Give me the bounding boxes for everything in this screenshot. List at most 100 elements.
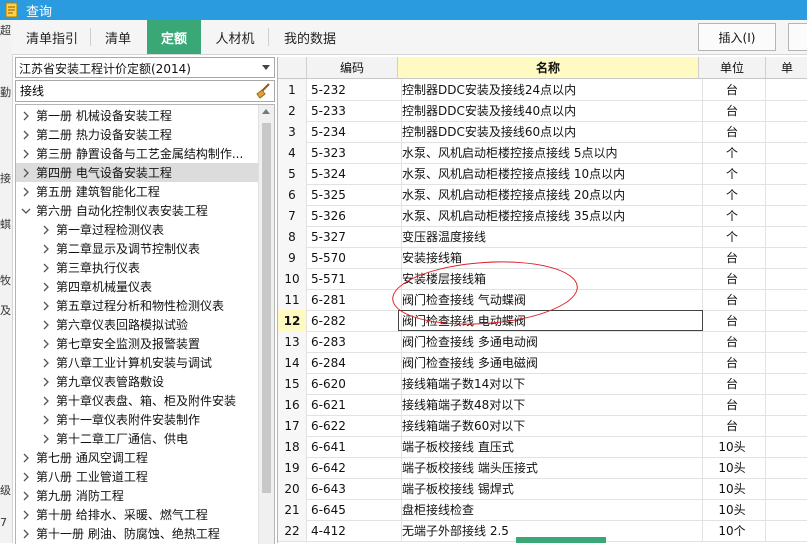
row-index[interactable]: 17	[278, 415, 307, 436]
row-index[interactable]: 4	[278, 142, 307, 163]
row-price[interactable]	[766, 226, 807, 247]
tab-list-guide[interactable]: 清单指引	[16, 20, 88, 54]
table-row[interactable]: 3 5-234 控制器DDC安装及接线60点以内台	[278, 121, 807, 143]
tree-item[interactable]: 第二册 热力设备安装工程	[16, 125, 262, 144]
scroll-up-icon[interactable]	[262, 109, 270, 114]
row-unit[interactable]: 台	[699, 121, 766, 142]
row-unit[interactable]: 10头	[699, 478, 766, 499]
row-index[interactable]: 10	[278, 268, 307, 289]
table-row[interactable]: 2 5-233 控制器DDC安装及接线40点以内台	[278, 100, 807, 122]
table-row[interactable]: 12 6-282 阀门检查接线 电动蝶阀台	[278, 310, 807, 332]
quota-library-select[interactable]: 江苏省安装工程计价定额(2014)	[15, 57, 275, 78]
chevron-right-icon[interactable]	[20, 505, 32, 524]
row-unit[interactable]: 台	[699, 247, 766, 268]
row-unit[interactable]: 10头	[699, 436, 766, 457]
table-row[interactable]: 5 5-324 水泵、风机启动柜楼控接点接线 10点以内个	[278, 163, 807, 185]
row-code[interactable]: 6-643	[307, 478, 402, 499]
row-price[interactable]	[766, 310, 807, 331]
table-row[interactable]: 8 5-327 变压器温度接线个	[278, 226, 807, 248]
chevron-right-icon[interactable]	[40, 239, 52, 258]
tree-item[interactable]: 第十一册 刷油、防腐蚀、绝热工程	[16, 524, 262, 543]
tree-item[interactable]: 第四册 电气设备安装工程	[16, 163, 262, 182]
row-unit[interactable]: 台	[699, 331, 766, 352]
table-row[interactable]: 1 5-232 控制器DDC安装及接线24点以内台	[278, 79, 807, 101]
row-name[interactable]: 阀门检查接线 电动蝶阀	[398, 310, 703, 331]
row-unit[interactable]: 台	[699, 394, 766, 415]
table-row[interactable]: 6 5-325 水泵、风机启动柜楼控接点接线 20点以内个	[278, 184, 807, 206]
chevron-right-icon[interactable]	[20, 125, 32, 144]
row-index[interactable]: 22	[278, 520, 307, 541]
table-row[interactable]: 10 5-571 安装楼层接线箱台	[278, 268, 807, 290]
table-row[interactable]: 18 6-641 端子板校接线 直压式 10头	[278, 436, 807, 458]
table-row[interactable]: 15 6-620 接线箱端子数14对以下台	[278, 373, 807, 395]
chevron-right-icon[interactable]	[40, 391, 52, 410]
row-name[interactable]: 控制器DDC安装及接线40点以内	[398, 100, 703, 121]
row-price[interactable]	[766, 289, 807, 310]
tree-item[interactable]: 第六章仪表回路模拟试验	[16, 315, 274, 334]
row-price[interactable]	[766, 247, 807, 268]
row-index[interactable]: 20	[278, 478, 307, 499]
row-unit[interactable]: 10头	[699, 457, 766, 478]
table-row[interactable]: 7 5-326 水泵、风机启动柜楼控接点接线 35点以内个	[278, 205, 807, 227]
chevron-right-icon[interactable]	[20, 106, 32, 125]
row-name[interactable]: 变压器温度接线	[398, 226, 703, 247]
table-row[interactable]: 16 6-621 接线箱端子数48对以下台	[278, 394, 807, 416]
tree-item[interactable]: 第四章机械量仪表	[16, 277, 274, 296]
row-index[interactable]: 16	[278, 394, 307, 415]
row-name[interactable]: 水泵、风机启动柜楼控接点接线 5点以内	[398, 142, 703, 163]
row-name[interactable]: 阀门检查接线 多通电动阀	[398, 331, 703, 352]
row-index[interactable]: 7	[278, 205, 307, 226]
chevron-down-icon[interactable]	[20, 201, 32, 220]
tree-item[interactable]: 第三册 静置设备与工艺金属结构制作...	[16, 144, 262, 163]
row-index[interactable]: 5	[278, 163, 307, 184]
row-code[interactable]: 6-281	[307, 289, 402, 310]
row-price[interactable]	[766, 100, 807, 121]
row-name[interactable]: 水泵、风机启动柜楼控接点接线 20点以内	[398, 184, 703, 205]
row-unit[interactable]: 10头	[699, 499, 766, 520]
row-code[interactable]: 6-283	[307, 331, 402, 352]
tree-item[interactable]: 第一册 机械设备安装工程	[16, 106, 262, 125]
table-row[interactable]: 20 6-643 端子板校接线 锡焊式 10头	[278, 478, 807, 500]
chevron-right-icon[interactable]	[40, 220, 52, 239]
row-price[interactable]	[766, 79, 807, 100]
row-code[interactable]: 6-642	[307, 457, 402, 478]
header-name[interactable]: 名称	[398, 57, 699, 78]
chevron-right-icon[interactable]	[20, 144, 32, 163]
row-code[interactable]: 5-232	[307, 79, 402, 100]
row-code[interactable]: 6-282	[307, 310, 402, 331]
row-name[interactable]: 水泵、风机启动柜楼控接点接线 10点以内	[398, 163, 703, 184]
row-unit[interactable]: 台	[699, 79, 766, 100]
row-index[interactable]: 1	[278, 79, 307, 100]
tree-item[interactable]: 第十二章工厂通信、供电	[16, 429, 274, 448]
chevron-right-icon[interactable]	[40, 258, 52, 277]
row-code[interactable]: 6-645	[307, 499, 402, 520]
chevron-right-icon[interactable]	[40, 296, 52, 315]
row-code[interactable]: 4-412	[307, 520, 402, 541]
row-code[interactable]: 6-621	[307, 394, 402, 415]
row-price[interactable]	[766, 457, 807, 478]
row-index[interactable]: 11	[278, 289, 307, 310]
tab-labor-material-machine[interactable]: 人材机	[204, 20, 266, 54]
tree-item[interactable]: 第三章执行仪表	[16, 258, 274, 277]
row-index[interactable]: 14	[278, 352, 307, 373]
tree-item[interactable]: 第六册 自动化控制仪表安装工程	[16, 201, 262, 220]
header-code[interactable]: 编码	[307, 57, 398, 78]
row-code[interactable]: 5-570	[307, 247, 402, 268]
row-price[interactable]	[766, 352, 807, 373]
broom-clear-icon[interactable]	[254, 82, 272, 100]
header-price[interactable]: 单	[766, 57, 807, 78]
table-row[interactable]: 21 6-645 盘柜接线检查 10头	[278, 499, 807, 521]
row-name[interactable]: 端子板校接线 端头压接式	[398, 457, 703, 478]
row-name[interactable]: 接线箱端子数48对以下	[398, 394, 703, 415]
bottom-scroll-indicator[interactable]	[516, 537, 606, 543]
scroll-thumb[interactable]	[262, 123, 271, 493]
row-price[interactable]	[766, 373, 807, 394]
row-price[interactable]	[766, 436, 807, 457]
row-code[interactable]: 5-571	[307, 268, 402, 289]
row-code[interactable]: 5-234	[307, 121, 402, 142]
row-index[interactable]: 18	[278, 436, 307, 457]
row-name[interactable]: 端子板校接线 锡焊式	[398, 478, 703, 499]
row-index[interactable]: 9	[278, 247, 307, 268]
chevron-right-icon[interactable]	[20, 467, 32, 486]
row-code[interactable]: 5-327	[307, 226, 402, 247]
